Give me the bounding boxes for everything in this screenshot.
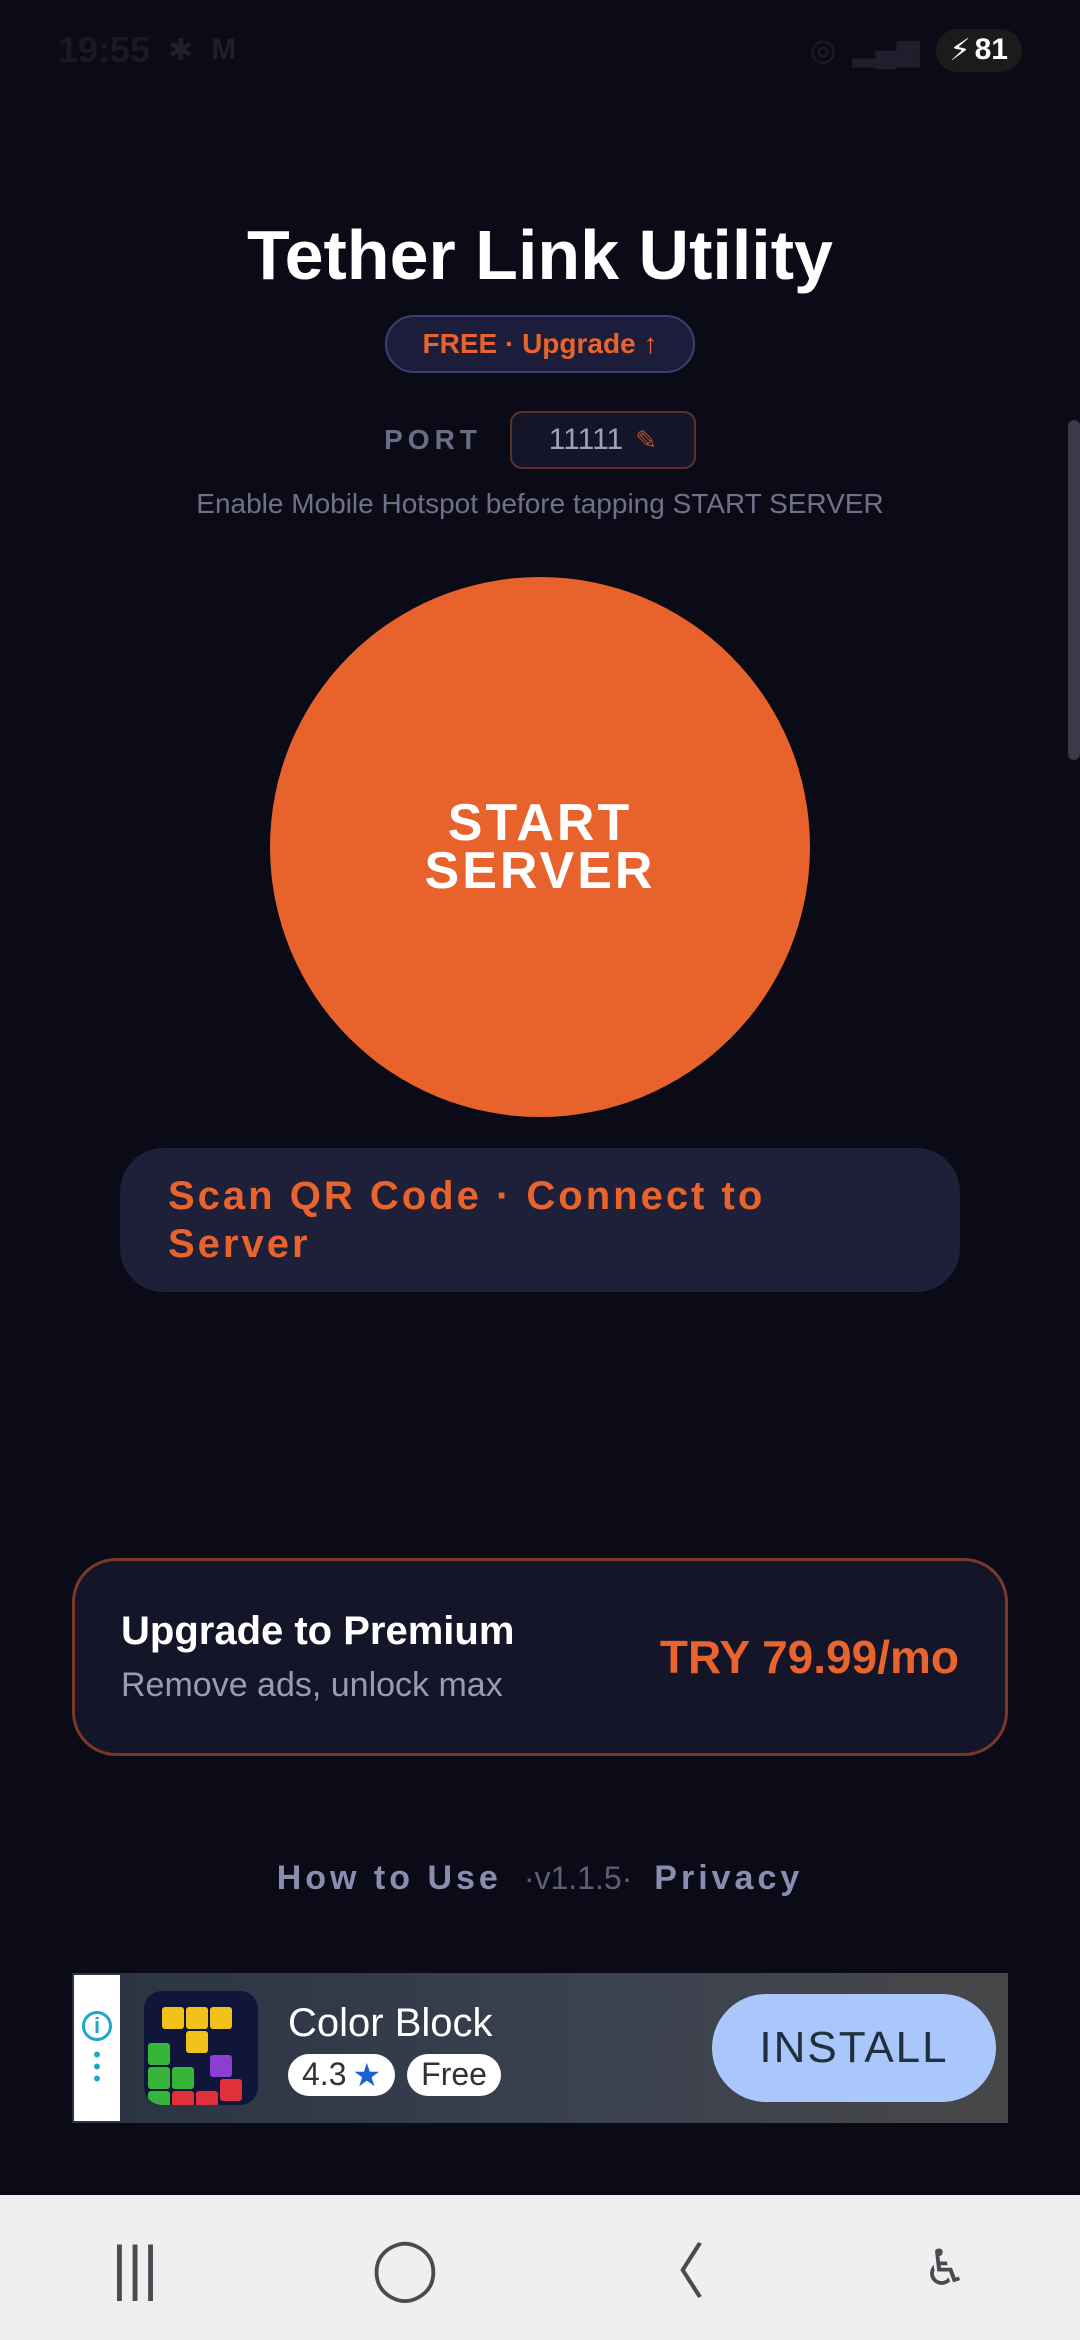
port-label: PORT [384, 424, 482, 455]
scan-qr-button[interactable]: Scan QR Code · Connect to Server [120, 1148, 960, 1292]
hotspot-hint: Enable Mobile Hotspot before tapping STA… [196, 488, 884, 519]
signal-icon: ▂▄▆ [852, 33, 920, 67]
port-row: PORT 11111 ✎ [0, 410, 1080, 470]
scrollbar-thumb[interactable] [1068, 420, 1080, 760]
rating-value: 4.3 [302, 2056, 347, 2092]
price-chip: Free [407, 2053, 501, 2096]
upgrade-pill[interactable]: FREE · Upgrade ↑ [385, 315, 695, 373]
app-title: Tether Link Utility [247, 216, 833, 294]
star-icon: ★ [352, 2056, 382, 2093]
ad-app-name: Color Block [288, 2000, 493, 2045]
ad-chips: 4.3 ★ Free [288, 2053, 712, 2096]
port-field[interactable]: 11111 ✎ [509, 411, 696, 469]
accessibility-icon[interactable]: ♿ [885, 2239, 1005, 2297]
install-button[interactable]: INSTALL [712, 1994, 996, 2102]
battery-indicator: ⚡ 81 [935, 28, 1022, 72]
mail-icon: M [211, 33, 237, 66]
start-server-label: START SERVER [424, 794, 656, 900]
more-options-icon: • • • [93, 2042, 101, 2091]
premium-card[interactable]: Upgrade to Premium Remove ads, unlock ma… [72, 1558, 1008, 1756]
premium-price: TRY 79.99/mo [659, 1631, 959, 1683]
scan-qr-label: Scan QR Code · Connect to Server [168, 1174, 766, 1266]
rating-chip: 4.3 ★ [288, 2053, 396, 2096]
bluetooth-icon: ✱ [168, 33, 194, 67]
info-icon: i [82, 2011, 112, 2041]
premium-title: Upgrade to Premium [121, 1609, 515, 1653]
status-right: ◎ ▂▄▆ ⚡ 81 [809, 28, 1022, 72]
battery-level: 81 [974, 33, 1008, 66]
privacy-link[interactable]: Privacy [654, 1859, 803, 1898]
footer-links: How to Use ·v1.1.5· Privacy [0, 1850, 1080, 1906]
status-bar: 19:55 ✱ M ◎ ▂▄▆ ⚡ 81 [0, 0, 1080, 100]
status-left: 19:55 ✱ M [58, 29, 236, 71]
hotspot-icon: ◎ [809, 33, 837, 67]
version-label: ·v1.1.5· [523, 1859, 633, 1896]
status-time: 19:55 [58, 29, 151, 70]
port-value: 11111 [548, 423, 624, 456]
navigation-bar: ||| ◯ 〈 ♿ [0, 2195, 1080, 2340]
ad-banner[interactable]: i • • • Color Block 4.3 ★ Free INSTALL [72, 1973, 1008, 2123]
ad-text: Color Block 4.3 ★ Free [288, 2001, 712, 2096]
pencil-icon: ✎ [635, 424, 658, 455]
recent-apps-icon[interactable]: ||| [75, 2233, 195, 2302]
premium-subtitle: Remove ads, unlock max [121, 1666, 503, 1704]
ad-app-icon [144, 1991, 258, 2105]
premium-text: Upgrade to Premium Remove ads, unlock ma… [121, 1609, 514, 1705]
how-to-use-link[interactable]: How to Use [277, 1859, 502, 1898]
home-icon[interactable]: ◯ [345, 2233, 465, 2303]
start-server-button[interactable]: START SERVER [270, 577, 810, 1117]
ad-choices[interactable]: i • • • [74, 1975, 120, 2121]
back-icon[interactable]: 〈 [615, 2224, 735, 2311]
charging-icon: ⚡ [949, 33, 971, 67]
